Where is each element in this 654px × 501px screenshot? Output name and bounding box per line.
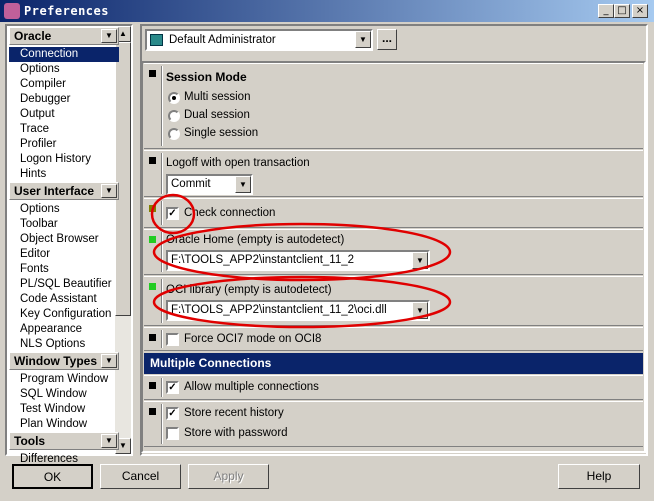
profile-icon (150, 34, 163, 46)
sidebar-item-code-assistant[interactable]: Code Assistant (9, 292, 119, 307)
check-connection-checkbox[interactable]: ✓ (166, 207, 179, 220)
chevron-down-icon[interactable]: ▼ (412, 252, 428, 269)
title-bar: Preferences (0, 0, 654, 22)
sidebar-item-test-window[interactable]: Test Window (9, 402, 119, 417)
chevron-down-icon[interactable]: ▼ (235, 176, 251, 193)
history-section: ✓ Store recent history Store with passwo… (144, 401, 643, 447)
sidebar-item-nls-options[interactable]: NLS Options (9, 337, 119, 352)
chevron-down-icon[interactable]: ▼ (355, 31, 371, 48)
radio-multi-session[interactable] (168, 92, 180, 104)
group-header-window-types[interactable]: Window Types ▼ (9, 352, 119, 370)
logoff-select[interactable]: Commit ▼ (166, 174, 253, 195)
modified-marker-icon (149, 236, 156, 243)
chevron-down-icon[interactable]: ▼ (101, 184, 117, 198)
profile-more-button[interactable]: ... (377, 29, 397, 50)
sidebar-item-logon-history[interactable]: Logon History (9, 152, 119, 167)
chevron-down-icon[interactable]: ▼ (101, 354, 117, 368)
checkbox-label: Store with password (184, 427, 288, 439)
force-oci7-section: Force OCI7 mode on OCI8 (144, 327, 643, 351)
sidebar-item-editor[interactable]: Editor (9, 247, 119, 262)
sidebar-item-debugger[interactable]: Debugger (9, 92, 119, 107)
sidebar-item-hints[interactable]: Hints (9, 167, 119, 182)
cancel-button[interactable]: Cancel (100, 464, 181, 489)
group-label: Oracle (14, 29, 52, 43)
sidebar-item-compiler[interactable]: Compiler (9, 77, 119, 92)
logoff-section: Logoff with open transaction Commit ▼ (144, 150, 643, 197)
close-button[interactable]: × (632, 4, 648, 18)
sidebar-item-options[interactable]: Options (9, 62, 119, 77)
oci-library-section: OCI library (empty is autodetect) F:\TOO… (144, 276, 643, 326)
profile-select[interactable]: Default Administrator ▼ (145, 29, 373, 51)
oracle-home-input[interactable]: F:\TOOLS_APP2\instantclient_11_2 ▼ (166, 250, 430, 271)
group-label: Window Types (14, 354, 98, 368)
group-label: Tools (14, 434, 46, 448)
marker-icon (149, 334, 156, 341)
group-header-oracle[interactable]: Oracle ▼ (9, 27, 119, 45)
allow-multiple-checkbox[interactable]: ✓ (166, 381, 179, 394)
sidebar-item-toolbar[interactable]: Toolbar (9, 217, 119, 232)
sidebar-item-plan-window[interactable]: Plan Window (9, 417, 119, 432)
chevron-down-icon[interactable]: ▼ (101, 434, 117, 448)
app-icon (4, 3, 20, 19)
group-label: User Interface (14, 184, 95, 198)
checkbox-label: Store recent history (184, 407, 284, 419)
chevron-down-icon[interactable]: ▼ (101, 29, 117, 43)
sidebar-item-object-browser[interactable]: Object Browser (9, 232, 119, 247)
logoff-label: Logoff with open transaction (166, 157, 310, 169)
oci-library-input[interactable]: F:\TOOLS_APP2\instantclient_11_2\oci.dll… (166, 300, 430, 321)
sidebar-item-connection[interactable]: Connection (9, 47, 119, 62)
marker-icon (149, 382, 156, 389)
checkbox-label: Check connection (184, 207, 276, 219)
modified-marker-icon (149, 283, 156, 290)
sidebar-item-appearance[interactable]: Appearance (9, 322, 119, 337)
radio-label: Single session (184, 127, 259, 139)
sidebar-item-program-window[interactable]: Program Window (9, 372, 119, 387)
radio-label: Multi session (184, 91, 251, 103)
modified-marker-icon (149, 205, 156, 212)
ok-button[interactable]: OK (12, 464, 93, 489)
sidebar-item-fonts[interactable]: Fonts (9, 262, 119, 277)
sidebar-item-output[interactable]: Output (9, 107, 119, 122)
radio-label: Dual session (184, 109, 250, 121)
chevron-down-icon[interactable]: ▼ (412, 302, 428, 319)
oci-library-value: F:\TOOLS_APP2\instantclient_11_2\oci.dll (171, 304, 387, 316)
checkbox-label: Force OCI7 mode on OCI8 (184, 333, 322, 345)
logoff-value: Commit (171, 178, 211, 190)
group-header-user-interface[interactable]: User Interface ▼ (9, 182, 119, 200)
sidebar-item-sql-window[interactable]: SQL Window (9, 387, 119, 402)
checkbox-label: Allow multiple connections (184, 381, 319, 393)
category-list[interactable]: ▲ ▼ Oracle ▼ Connection Options Compiler Debu… (5, 24, 133, 465)
multiple-connections-header: Multiple Connections (144, 353, 643, 374)
marker-icon (149, 70, 156, 77)
check-connection-section: ✓ Check connection (144, 198, 643, 228)
sidebar-item-profiler[interactable]: Profiler (9, 137, 119, 152)
sidebar-item-options[interactable]: Options (9, 202, 119, 217)
profile-value: Default Administrator (169, 34, 276, 46)
allow-multiple-section: ✓ Allow multiple connections (144, 375, 643, 400)
oci-library-label: OCI library (empty is autodetect) (166, 284, 332, 296)
marker-icon (149, 408, 156, 415)
session-mode-section: Session Mode Multi session Dual session … (144, 63, 643, 149)
window-title: Preferences (24, 4, 109, 18)
oracle-home-section: Oracle Home (empty is autodetect) F:\TOO… (144, 229, 643, 275)
oracle-home-label: Oracle Home (empty is autodetect) (166, 234, 345, 246)
sidebar-item-key-configuration[interactable]: Key Configuration (9, 307, 119, 322)
minimize-button[interactable]: _ (598, 4, 614, 18)
maximize-button[interactable]: □ (614, 4, 630, 18)
help-button[interactable]: Help (558, 464, 640, 489)
force-oci7-checkbox[interactable] (166, 333, 179, 346)
radio-single-session[interactable] (168, 128, 180, 140)
radio-dual-session[interactable] (168, 110, 180, 122)
section-title: Session Mode (166, 70, 247, 84)
sidebar-item-pl-sql-beautifier[interactable]: PL/SQL Beautifier (9, 277, 119, 292)
store-password-checkbox[interactable] (166, 427, 179, 440)
store-history-checkbox[interactable]: ✓ (166, 407, 179, 420)
marker-icon (149, 157, 156, 164)
oracle-home-value: F:\TOOLS_APP2\instantclient_11_2 (171, 254, 355, 266)
group-header-tools[interactable]: Tools ▼ (9, 432, 119, 450)
sidebar-item-trace[interactable]: Trace (9, 122, 119, 137)
apply-button[interactable]: Apply (188, 464, 269, 489)
